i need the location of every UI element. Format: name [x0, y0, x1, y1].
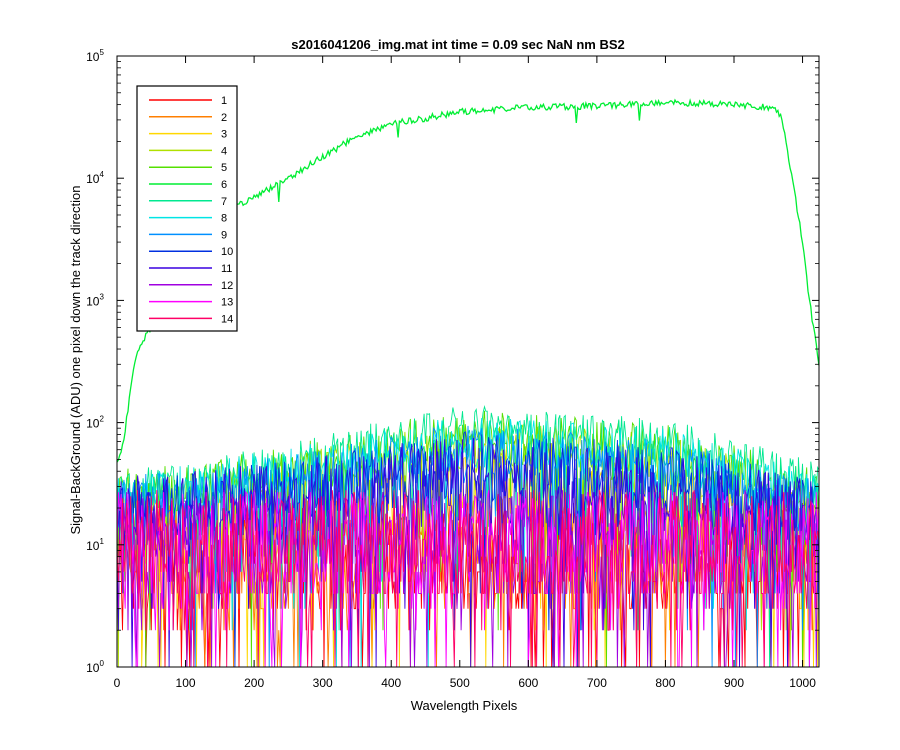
legend-label-8: 8 — [221, 213, 227, 225]
x-tick-label: 900 — [724, 676, 744, 690]
figure: 0 100 200 300 400 500 600 700 800 900 100010010110… — [0, 0, 900, 750]
x-tick-label: 500 — [450, 676, 470, 690]
chart-title: s2016041206_img.mat int time = 0.09 sec … — [291, 37, 625, 52]
x-tick-label: 0 — [114, 676, 121, 690]
legend-label-3: 3 — [221, 129, 227, 141]
x-tick-label: 200 — [244, 676, 264, 690]
legend-label-13: 13 — [221, 297, 233, 309]
legend-label-2: 2 — [221, 112, 227, 124]
legend-label-12: 12 — [221, 280, 233, 292]
legend-label-5: 5 — [221, 162, 227, 174]
legend-label-6: 6 — [221, 179, 227, 191]
legend-label-4: 4 — [221, 145, 227, 157]
x-tick-label: 700 — [587, 676, 607, 690]
y-axis-label: Signal-BackGround (ADU) one pixel down t… — [68, 185, 83, 534]
x-tick-label: 300 — [313, 676, 333, 690]
legend-label-7: 7 — [221, 196, 227, 208]
x-axis-label: Wavelength Pixels — [411, 698, 518, 713]
x-tick-label: 100 — [176, 676, 196, 690]
legend-label-14: 14 — [221, 313, 233, 325]
x-tick-label: 800 — [655, 676, 675, 690]
legend-label-1: 1 — [221, 95, 227, 107]
x-tick-label: 600 — [518, 676, 538, 690]
legend-label-10: 10 — [221, 246, 233, 258]
legend-label-9: 9 — [221, 229, 227, 241]
legend-label-11: 11 — [221, 263, 232, 275]
legend: 1234567891011121314 — [136, 85, 238, 332]
x-tick-label: 1000 — [789, 676, 816, 690]
x-tick-label: 400 — [381, 676, 401, 690]
